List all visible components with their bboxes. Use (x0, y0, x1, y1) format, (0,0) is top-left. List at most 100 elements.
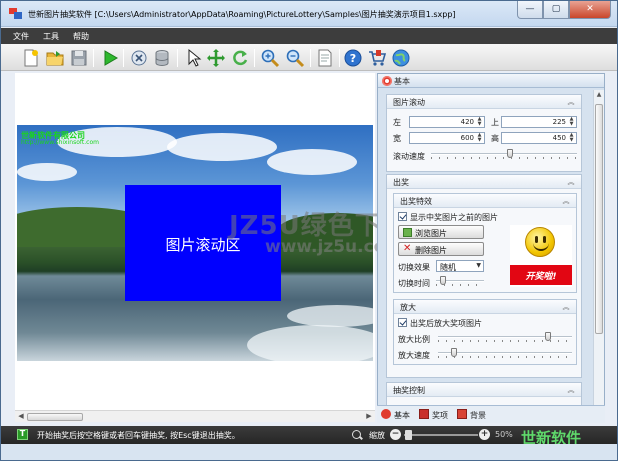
subsection-enlarge: 放大 ︽ 出奖后放大奖项图片 放大比例 放大速度 (393, 299, 577, 365)
zoom-in-button[interactable]: + (479, 429, 490, 440)
scroll-speed-slider[interactable] (431, 149, 577, 159)
settings-wrench-icon[interactable] (129, 48, 149, 68)
toolbar: ? (1, 44, 617, 71)
maximize-icon: ▢ (551, 4, 561, 14)
tab-background[interactable]: 背景 (457, 408, 491, 422)
collapse-icon[interactable]: ︽ (560, 301, 572, 313)
toolbar-separator (254, 49, 255, 67)
enlarge-ratio-slider[interactable] (438, 332, 572, 342)
close-button[interactable]: ✕ (569, 1, 611, 19)
company-url: http://www.shixinsoft.com (21, 139, 99, 146)
section-title: 出奖特效 (400, 197, 432, 206)
scroll-up-icon[interactable]: ▲ (594, 91, 604, 98)
switch-effect-label: 切换效果 (398, 263, 430, 272)
panel-header: 基本 (378, 74, 604, 88)
zoom-slider-thumb[interactable] (405, 430, 412, 440)
section-header[interactable]: 出奖 ︽ (387, 175, 581, 189)
toolbar-separator (123, 49, 124, 67)
refresh-icon[interactable] (230, 48, 250, 68)
menu-tools[interactable]: 工具 (37, 28, 67, 44)
scroll-speed-label: 滚动速度 (393, 152, 425, 161)
scrollbar-thumb[interactable] (595, 104, 603, 334)
section-header[interactable]: 图片滚动 ︽ (387, 95, 581, 109)
database-icon[interactable] (152, 48, 172, 68)
collapse-icon[interactable]: ︽ (565, 384, 577, 396)
enlarge-speed-slider[interactable] (438, 348, 572, 358)
scroll-left-icon[interactable]: ◀ (16, 412, 26, 422)
toolbar-separator (177, 49, 178, 67)
open-folder-icon[interactable] (45, 48, 65, 68)
section-header[interactable]: 放大 ︽ (394, 300, 576, 314)
tab-basic[interactable]: 基本 (381, 408, 415, 422)
image-icon (457, 409, 467, 419)
menu-help[interactable]: 帮助 (67, 28, 97, 44)
close-icon: ✕ (586, 4, 594, 14)
section-header[interactable]: 抽奖控制 ︽ (387, 383, 581, 397)
smiley-icon (525, 227, 555, 257)
enlarge-after-checkbox[interactable] (398, 318, 407, 327)
save-icon[interactable] (69, 48, 89, 68)
panel-title: 基本 (394, 77, 410, 86)
switch-effect-select[interactable]: 随机 ▼ (436, 260, 484, 272)
tab-prizes[interactable]: 奖项 (419, 408, 453, 422)
switch-time-slider[interactable] (436, 276, 484, 286)
document-icon[interactable] (315, 48, 335, 68)
panel-vertical-scrollbar[interactable]: ▲ (593, 90, 604, 406)
window-bottom-edge (1, 444, 617, 460)
toolbar-separator (339, 49, 340, 67)
new-file-icon[interactable] (21, 48, 41, 68)
collapse-icon[interactable]: ︽ (560, 195, 572, 207)
cart-icon[interactable] (367, 48, 387, 68)
minimize-button[interactable]: — (517, 1, 543, 19)
height-label: 高 (491, 134, 499, 143)
zoom-in-icon[interactable] (260, 48, 280, 68)
browse-image-button[interactable]: 浏览图片 (398, 225, 484, 239)
play-icon[interactable] (100, 48, 120, 68)
image-scroll-area[interactable]: 图片滚动区 (125, 185, 281, 301)
help-icon[interactable]: ? (343, 48, 363, 68)
section-title: 放大 (400, 303, 416, 312)
slider-thumb[interactable] (440, 276, 446, 285)
globe-icon[interactable] (391, 48, 411, 68)
height-input[interactable]: 450 ▲ ▼ (501, 132, 577, 144)
menu-bar: 文件 工具 帮助 (1, 28, 617, 44)
section-draw: 出奖 ︽ 出奖特效 ︽ 显示中奖图片之前的图片 浏览图片 ✕ 删除图片 切换效果… (386, 174, 582, 378)
app-logo-icon (9, 8, 22, 19)
section-header[interactable]: 出奖特效 ︽ (394, 194, 576, 208)
minimize-icon: — (525, 4, 535, 14)
svg-text:?: ? (350, 52, 356, 65)
scrollbar-thumb[interactable] (27, 413, 83, 421)
gear-icon (381, 409, 391, 419)
status-bar: T 开始抽奖后按空格键或者回车键抽奖, 按Esc键退出抽奖。 缩放 − + 50… (1, 426, 617, 447)
scroll-right-icon[interactable]: ▶ (364, 412, 374, 422)
menu-file[interactable]: 文件 (7, 28, 37, 44)
width-input[interactable]: 600 ▲ ▼ (409, 132, 485, 144)
top-input[interactable]: 225 ▲ ▼ (501, 116, 577, 128)
collapse-icon[interactable]: ︽ (565, 96, 577, 108)
canvas-horizontal-scrollbar[interactable]: ◀ ▶ (15, 410, 375, 422)
show-prev-checkbox[interactable] (398, 212, 407, 221)
pointer-icon[interactable] (183, 48, 203, 68)
zoom-out-button[interactable]: − (390, 429, 401, 440)
collapse-icon[interactable]: ︽ (565, 176, 577, 188)
zoom-label: 缩放 (369, 431, 385, 440)
delete-icon: ✕ (403, 243, 412, 254)
zoom-slider[interactable] (404, 434, 478, 436)
status-message: 开始抽奖后按空格键或者回车键抽奖, 按Esc键退出抽奖。 (37, 431, 240, 440)
zoom-out-icon[interactable] (285, 48, 305, 68)
width-label: 宽 (393, 134, 401, 143)
switch-time-label: 切换时间 (398, 279, 430, 288)
slider-thumb[interactable] (545, 332, 551, 341)
maximize-button[interactable]: ▢ (543, 1, 569, 19)
image-icon (403, 228, 412, 237)
lottery-banner: 开奖啦! (510, 265, 572, 285)
prize-icon (419, 409, 429, 419)
gear-icon (382, 76, 392, 86)
move-icon[interactable] (206, 48, 226, 68)
delete-image-button[interactable]: ✕ 删除图片 (398, 242, 484, 256)
slider-thumb[interactable] (451, 348, 457, 357)
left-input[interactable]: 420 ▲ ▼ (409, 116, 485, 128)
slider-thumb[interactable] (507, 149, 513, 158)
subsection-draw-effect: 出奖特效 ︽ 显示中奖图片之前的图片 浏览图片 ✕ 删除图片 切换效果 随机 ▼ … (393, 193, 577, 293)
panel-tabs: 基本 奖项 背景 (377, 405, 605, 423)
